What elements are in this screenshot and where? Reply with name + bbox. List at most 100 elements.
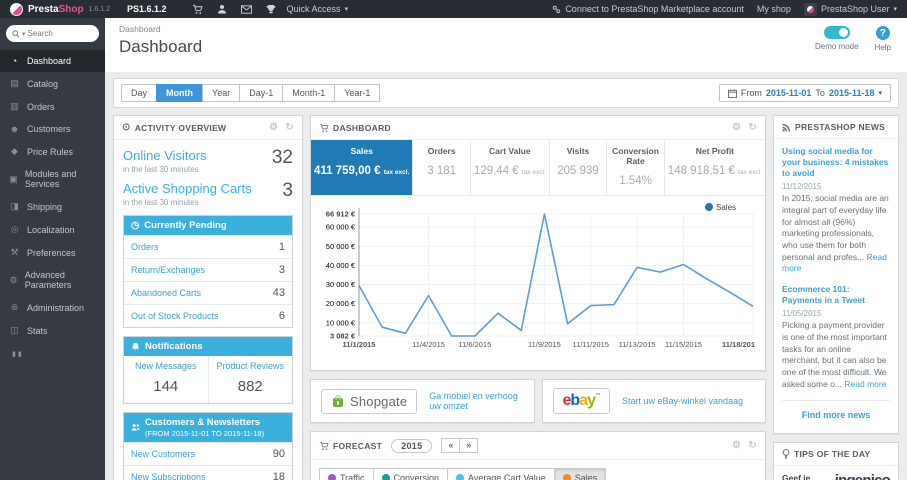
kpi-tab-cart-value[interactable]: Cart Value 129,44 € tax excl. xyxy=(471,140,550,195)
online-visitors-value: 32 xyxy=(271,147,293,168)
date-range-picker[interactable]: From 2015-11-01 To 2015-11-18 ▾ xyxy=(718,84,891,102)
kpi-tab-net-profit[interactable]: Net Profit 148 918,51 € tax excl. xyxy=(665,140,765,195)
user-icon[interactable] xyxy=(217,4,227,14)
traffic-dot-icon xyxy=(328,474,336,480)
sidebar-item-preferences[interactable]: ⚒ Preferences xyxy=(0,241,105,264)
my-shop-link[interactable]: My shop xyxy=(757,4,791,14)
chevron-down-icon: ▾ xyxy=(344,6,349,13)
help-icon[interactable]: ? xyxy=(875,26,890,40)
person-icon: ☻ xyxy=(9,124,20,134)
demo-mode-toggle[interactable] xyxy=(823,26,850,39)
range-button-month-1[interactable]: Month-1 xyxy=(282,84,336,102)
active-carts-value: 3 xyxy=(282,180,293,201)
sidebar-item-dashboard[interactable]: ◔ Dashboard xyxy=(0,50,105,72)
forecast-year[interactable]: 2015 xyxy=(391,438,433,453)
refresh-icon[interactable]: ↻ xyxy=(748,122,757,133)
range-button-year[interactable]: Year xyxy=(202,84,241,102)
forecast-legend-sales[interactable]: Sales xyxy=(553,468,607,480)
forecast-legend-traffic[interactable]: Traffic xyxy=(319,468,374,480)
online-visitors-link[interactable]: Online Visitors xyxy=(123,148,207,163)
sidebar-item-advanced-parameters[interactable]: ⚙ Advanced Parameters xyxy=(0,264,105,296)
sidebar-item-orders[interactable]: ▥ Orders xyxy=(0,95,105,118)
settings-icon[interactable]: ⚙ xyxy=(732,440,741,451)
find-more-news-link[interactable]: Find more news xyxy=(782,407,890,426)
marketplace-connect-link[interactable]: Connect to PrestaShop Marketplace accoun… xyxy=(552,4,744,14)
settings-icon[interactable]: ⚙ xyxy=(269,122,278,133)
clock-icon: ◷ xyxy=(131,220,140,231)
sidebar-item-catalog[interactable]: ▤ Catalog xyxy=(0,72,105,95)
sidebar-item-administration[interactable]: ⊛ Administration xyxy=(0,296,105,319)
new-customers-row: New Customers 90 xyxy=(124,442,292,465)
shop-code[interactable]: PS1.6.1.2 xyxy=(127,4,167,14)
plug-icon xyxy=(552,5,561,14)
out-of-stock-link[interactable]: Out of Stock Products xyxy=(131,311,219,321)
cart-icon[interactable] xyxy=(192,4,203,15)
refresh-icon[interactable]: ↻ xyxy=(285,122,294,133)
shopgate-bag-icon xyxy=(331,394,345,408)
forecast-legend-conversion[interactable]: Conversion xyxy=(372,468,449,480)
prestashop-logo[interactable]: PrestaShop 1.6.1.2 xyxy=(10,2,110,16)
sidebar-item-stats[interactable]: ◫ Stats xyxy=(0,319,105,342)
date-toolbar: Day Month Year Day-1 Month-1 Year-1 From… xyxy=(113,78,899,108)
shopgate-link[interactable]: Ga mobiel en verhoog uw omzet xyxy=(429,391,523,411)
new-customers-link[interactable]: New Customers xyxy=(131,449,195,459)
search-type-caret-icon[interactable]: ▾ xyxy=(22,30,26,38)
product-reviews-link[interactable]: Product Reviews xyxy=(213,361,289,371)
sidebar-item-customers[interactable]: ☻ Customers xyxy=(0,118,105,140)
user-menu[interactable]: PrestaShop User ▾ xyxy=(803,2,897,16)
quick-access-menu[interactable]: Quick Access ▾ xyxy=(287,4,349,14)
svg-text:30 000 €: 30 000 € xyxy=(326,280,356,289)
search-input[interactable] xyxy=(27,29,80,38)
returns-link[interactable]: Return/Exchanges xyxy=(131,265,205,275)
chevron-down-icon: ▾ xyxy=(893,6,897,13)
kpi-tabs: Sales 411 759,00 € tax excl. Orders 3 18… xyxy=(311,140,765,196)
range-button-day[interactable]: Day xyxy=(121,84,158,102)
forecast-prev-button[interactable]: « xyxy=(441,438,461,453)
range-button-day-1[interactable]: Day-1 xyxy=(239,84,284,102)
new-messages-link[interactable]: New Messages xyxy=(128,361,204,371)
sidebar-search[interactable]: ▾ xyxy=(6,25,99,42)
mail-icon[interactable] xyxy=(240,4,252,14)
online-visitors-stat: Online Visitors in the last 30 minutes 3… xyxy=(123,147,293,174)
range-button-month[interactable]: Month xyxy=(156,84,204,102)
svg-text:11/4/2015: 11/4/2015 xyxy=(412,340,445,349)
settings-icon[interactable]: ⚙ xyxy=(732,122,741,133)
forecast-next-button[interactable]: » xyxy=(459,438,479,453)
sidebar: ▾ ◔Dashboard ▤Catalog ▥Orders ☻Customers… xyxy=(0,18,105,480)
book-icon: ▤ xyxy=(10,78,19,88)
collapse-icon: ▮▮ xyxy=(12,351,24,358)
active-carts-link[interactable]: Active Shopping Carts xyxy=(123,181,252,196)
kpi-tab-orders[interactable]: Orders 3 181 xyxy=(413,140,471,195)
trophy-icon[interactable] xyxy=(266,4,276,14)
prestashop-news-panel: PRESTASHOP NEWS Using social media for y… xyxy=(773,115,899,434)
sidebar-item-modules[interactable]: ▣ Modules and Services xyxy=(0,163,105,195)
kpi-tab-sales[interactable]: Sales 411 759,00 € tax excl. xyxy=(311,140,414,195)
range-button-year-1[interactable]: Year-1 xyxy=(334,84,381,102)
users-icon xyxy=(131,423,140,432)
news-item-title[interactable]: Using social media for your business: 4 … xyxy=(782,146,890,179)
pending-row-out-of-stock: Out of Stock Products 6 xyxy=(124,304,292,327)
refresh-icon[interactable]: ↻ xyxy=(748,440,757,451)
ebay-link[interactable]: Start uw eBay-winkel vandaag xyxy=(622,396,743,406)
truck-icon: ◨ xyxy=(10,201,19,211)
orders-link[interactable]: Orders xyxy=(131,242,159,252)
read-more-link[interactable]: Read more xyxy=(844,379,886,389)
new-subscriptions-link[interactable]: New Subscriptions xyxy=(131,472,206,480)
news-item-title[interactable]: Ecommerce 101: Payments in a Tweet xyxy=(782,284,890,306)
forecast-legend-average-cart-value[interactable]: Average Cart Value xyxy=(447,468,555,480)
ebay-logo: ebay™ xyxy=(552,388,610,414)
sidebar-item-localization[interactable]: ◎ Localization xyxy=(0,218,105,241)
puzzle-icon: ▣ xyxy=(9,173,18,184)
rss-icon xyxy=(782,123,791,132)
pending-row-returns: Return/Exchanges 3 xyxy=(124,258,292,281)
breadcrumb: Dashboard xyxy=(119,24,161,34)
forecast-panel-title: FORECAST xyxy=(333,440,383,451)
kpi-tab-conversion-rate[interactable]: Conversion Rate 1.54% xyxy=(607,140,665,195)
search-icon xyxy=(12,29,20,38)
sidebar-item-price-rules[interactable]: ◆ Price Rules xyxy=(0,140,105,163)
sidebar-item-shipping[interactable]: ◨ Shipping xyxy=(0,195,105,218)
kpi-tab-visits[interactable]: Visits 205 939 xyxy=(550,140,608,195)
abandoned-carts-link[interactable]: Abandoned Carts xyxy=(131,288,201,298)
help-control: ? Help xyxy=(875,26,891,52)
sidebar-collapse-button[interactable]: ▮▮ xyxy=(0,342,105,366)
